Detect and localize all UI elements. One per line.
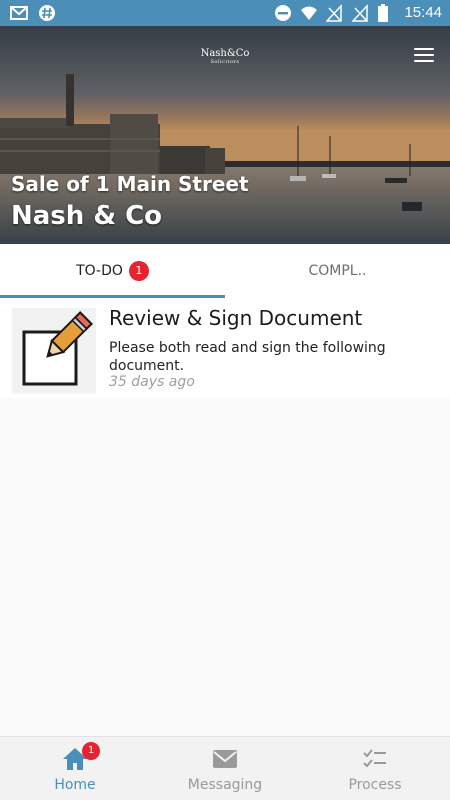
battery-icon: [378, 4, 396, 22]
header-hero: Nash&Co Solicitors Sale of 1 Main Street…: [0, 26, 450, 244]
task-title: Review & Sign Document: [109, 306, 363, 330]
no-sim-icon: [351, 4, 370, 22]
nav-home-label: Home: [54, 777, 96, 793]
hamburger-menu-icon[interactable]: [414, 48, 434, 64]
tab-completed[interactable]: COMPL..: [225, 244, 450, 298]
nav-messaging-label: Messaging: [187, 777, 263, 793]
gmail-icon: [10, 4, 28, 22]
logo-wordmark: Nash&Co: [200, 48, 250, 59]
todo-count-badge: 1: [128, 261, 149, 281]
tab-completed-label: COMPL..: [308, 263, 367, 279]
page-title: Nash & Co: [11, 201, 163, 231]
nav-process-label: Process: [348, 777, 402, 793]
matter-subtitle: Sale of 1 Main Street: [11, 172, 249, 196]
status-bar: 15:44: [0, 0, 450, 26]
firm-logo: Nash&Co Solicitors: [0, 48, 450, 65]
pencil-edit-icon: [12, 308, 96, 394]
wifi-icon: [300, 4, 318, 22]
status-time: 15:44: [404, 4, 442, 21]
task-item[interactable]: Review & Sign Document Please both read …: [0, 298, 450, 398]
checklist-icon: [362, 747, 388, 771]
home-notification-badge: 1: [82, 742, 100, 760]
do-not-disturb-icon: [274, 4, 292, 22]
no-sim-icon: [325, 4, 344, 22]
tab-bar: TO-DO 1 COMPL..: [0, 244, 450, 298]
logo-tagline: Solicitors: [210, 59, 240, 65]
tab-todo[interactable]: TO-DO 1: [0, 244, 225, 298]
bottom-navigation: 1 Home Messaging Process: [0, 736, 450, 800]
nav-process[interactable]: Process: [300, 737, 450, 800]
task-description: Please both read and sign the following …: [109, 340, 386, 374]
nav-home[interactable]: 1 Home: [0, 737, 150, 800]
task-timestamp: 35 days ago: [109, 374, 195, 390]
tab-todo-label: TO-DO: [76, 263, 123, 279]
mail-icon: [212, 747, 238, 771]
nav-messaging[interactable]: Messaging: [150, 737, 300, 800]
slack-icon: [38, 4, 56, 22]
